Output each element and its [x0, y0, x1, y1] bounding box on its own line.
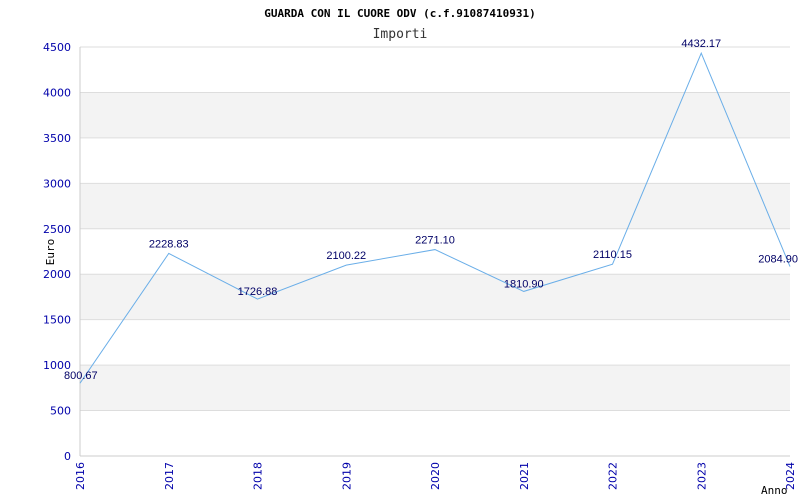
data-label: 2084.90	[758, 254, 798, 266]
data-label: 2100.22	[326, 250, 366, 262]
data-label: 1726.88	[238, 286, 278, 298]
y-tick-label: 0	[64, 450, 71, 463]
data-label: 2271.10	[415, 235, 455, 247]
line-chart-svg: 050010001500200025003000350040004500 201…	[43, 7, 798, 497]
x-tick-label: 2017	[163, 462, 176, 490]
chart-subtitle: Importi	[373, 27, 428, 42]
chart: 0 500 1000 1500 2000 2500 3000 3500 4000 4500 201…	[0, 0, 800, 500]
data-label: 2228.83	[149, 238, 189, 250]
y-tick-label: 2000	[43, 268, 71, 281]
y-tick-label: 3000	[43, 177, 71, 190]
grid-band	[80, 92, 790, 138]
x-tick-label: 2023	[695, 462, 708, 490]
y-tick-label: 2500	[43, 223, 71, 236]
grid-band	[80, 365, 790, 411]
x-tick-label: 2018	[252, 462, 265, 490]
x-axis-label: Anno	[761, 484, 788, 497]
y-tick-label: 4500	[43, 41, 71, 54]
data-label: 2110.15	[593, 249, 632, 261]
x-tick-label: 2021	[518, 462, 531, 490]
x-tick-label: 2019	[340, 462, 353, 490]
x-axis-ticks: 2016 2017 2018 2019 2020 2021 2022 2023 2024	[74, 462, 797, 490]
x-tick-label: 2020	[429, 462, 442, 490]
data-label: 800.67	[64, 370, 98, 382]
y-tick-label: 1500	[43, 314, 71, 327]
x-tick-label: 2022	[607, 462, 620, 490]
grid-band	[80, 274, 790, 320]
y-tick-label: 4000	[43, 86, 71, 99]
grid-bands	[80, 92, 790, 411]
y-tick-label: 3500	[43, 132, 71, 145]
grid-band	[80, 183, 790, 229]
y-tick-label: 500	[50, 405, 71, 418]
x-tick-label: 2016	[74, 462, 87, 490]
chart-title: GUARDA CON IL CUORE ODV (c.f.91087410931…	[264, 7, 536, 20]
y-axis-label: Euro	[44, 239, 57, 266]
data-label: 1810.90	[504, 278, 544, 290]
data-label: 4432.17	[681, 38, 721, 50]
